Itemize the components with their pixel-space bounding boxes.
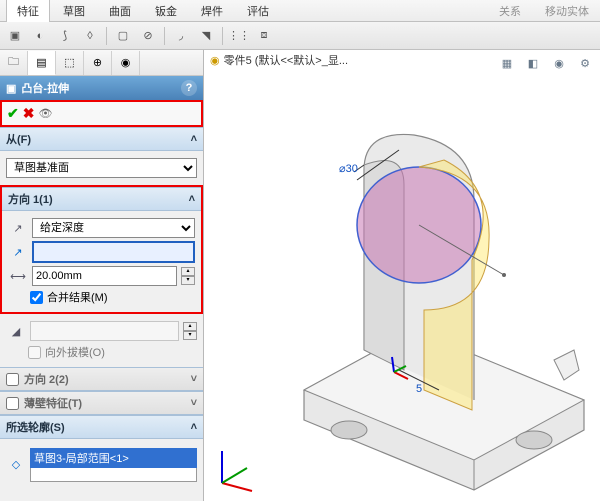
cancel-button[interactable]: ✖	[23, 105, 35, 122]
tab-sheetmetal[interactable]: 钣金	[144, 0, 188, 22]
merge-result-checkbox[interactable]: 合并结果(M)	[30, 289, 195, 305]
draft-label: 向外拔模(O)	[45, 344, 105, 360]
depth-spinner[interactable]: ▴▾	[181, 267, 195, 285]
end-condition-select[interactable]: 给定深度	[32, 218, 195, 238]
tab-features[interactable]: 特征	[6, 0, 50, 22]
chevron-up-icon: ˄	[189, 193, 195, 205]
direction1-header[interactable]: 方向 1(1) ˄	[2, 187, 201, 211]
contours-header[interactable]: 所选轮廓(S) ˄	[0, 415, 203, 439]
panel-tab-config[interactable]: ⬚	[56, 51, 84, 75]
svg-text:5: 5	[416, 383, 422, 395]
from-label: 从(F)	[6, 131, 31, 147]
tb-pattern-icon[interactable]: ⋮⋮	[228, 25, 250, 47]
chevron-down-icon: ˅	[191, 373, 197, 385]
viewport-title: ◉ 零件5 (默认<<默认>_显...	[210, 52, 348, 68]
tab-weldments[interactable]: 焊件	[190, 0, 234, 22]
direction2-label: 方向 2(2)	[24, 371, 69, 387]
draft-icon[interactable]: ◢	[6, 321, 26, 341]
extrude-icon: ▣	[6, 82, 16, 95]
tb-mirror-icon[interactable]: ⧈	[253, 25, 275, 47]
tb-loft-icon[interactable]: ◊	[79, 25, 101, 47]
draft-spinner[interactable]: ▴▾	[183, 322, 197, 340]
chevron-up-icon: ˄	[191, 133, 197, 145]
contour-diamond-icon: ◇	[6, 454, 26, 474]
reverse-direction-icon[interactable]: ↗	[8, 218, 28, 238]
ribbon-right-1: 关系	[488, 0, 532, 22]
view-triad[interactable]	[212, 443, 262, 493]
vp-settings-icon[interactable]: ⚙	[574, 52, 596, 74]
tab-evaluate[interactable]: 评估	[236, 0, 280, 22]
direction1-label: 方向 1(1)	[8, 191, 53, 207]
model-view[interactable]: ⌀30 5	[244, 110, 600, 501]
tb-revolve-icon[interactable]: ◐	[29, 25, 51, 47]
chevron-up-icon: ˄	[191, 421, 197, 433]
contours-label: 所选轮廓(S)	[6, 419, 65, 435]
panel-tabs: 🗀 ▤ ⬚ ⊕ ◉	[0, 50, 203, 76]
confirm-row: ✔ ✖ 👁	[0, 100, 203, 127]
part-icon: ◉	[210, 54, 220, 67]
graphics-viewport[interactable]: ◉ 零件5 (默认<<默认>_显... ▦ ◧ ◉ ⚙ ⌀30	[204, 50, 600, 501]
tb-chamfer-icon[interactable]: ◥	[195, 25, 217, 47]
depth-value: 20.00mm	[36, 270, 82, 282]
panel-tab-dimxpert[interactable]: ⊕	[84, 51, 112, 75]
panel-tab-property[interactable]: ▤	[28, 51, 56, 75]
tab-sketch[interactable]: 草图	[52, 0, 96, 22]
dimension-label[interactable]: ⌀30	[339, 163, 358, 175]
draft-outward-checkbox: 向外拔模(O)	[28, 344, 197, 360]
help-icon[interactable]: ?	[181, 80, 197, 96]
direction-reference-input[interactable]	[32, 241, 195, 263]
property-panel: 🗀 ▤ ⬚ ⊕ ◉ ▣ 凸台-拉伸 ? ✔ ✖ 👁 从(F) ˄ 草图基准面	[0, 50, 204, 501]
from-group-header[interactable]: 从(F) ˄	[0, 127, 203, 151]
tb-hole-icon[interactable]: ⊘	[137, 25, 159, 47]
selected-contour-item[interactable]: 草图3-局部范围<1>	[30, 448, 197, 468]
thin-checkbox[interactable]	[6, 397, 19, 410]
main-toolbar: ▣ ◐ ⟆ ◊ ▢ ⊘ ◞ ◥ ⋮⋮ ⧈	[0, 22, 600, 50]
direction-arrow-icon[interactable]: ↗	[8, 242, 28, 262]
draft-angle-input	[30, 321, 179, 341]
preview-button[interactable]: 👁	[38, 107, 52, 120]
vp-scene-icon[interactable]: ◉	[548, 52, 570, 74]
feature-title-bar: ▣ 凸台-拉伸 ?	[0, 76, 203, 100]
direction2-header[interactable]: 方向 2(2) ˅	[0, 367, 203, 391]
tb-cut-icon[interactable]: ▢	[112, 25, 134, 47]
chevron-down-icon: ˅	[191, 397, 197, 409]
vp-section-icon[interactable]: ◧	[522, 52, 544, 74]
tb-extrude-icon[interactable]: ▣	[4, 25, 26, 47]
panel-tab-tree[interactable]: 🗀	[0, 51, 28, 75]
depth-icon: ⟷	[8, 266, 28, 286]
thin-label: 薄壁特征(T)	[24, 395, 82, 411]
ok-button[interactable]: ✔	[7, 105, 19, 122]
ribbon-tabs: 特征 草图 曲面 钣金 焊件 评估 关系 移动实体	[0, 0, 600, 22]
tb-sweep-icon[interactable]: ⟆	[54, 25, 76, 47]
thin-feature-header[interactable]: 薄壁特征(T) ˅	[0, 391, 203, 415]
part-name: 零件5 (默认<<默认>_显...	[224, 52, 348, 68]
merge-label: 合并结果(M)	[47, 289, 108, 305]
tb-fillet-icon[interactable]: ◞	[170, 25, 192, 47]
ribbon-right-2: 移动实体	[534, 0, 600, 22]
from-select[interactable]: 草图基准面	[6, 158, 197, 178]
depth-input[interactable]: 20.00mm	[32, 266, 177, 286]
direction2-checkbox[interactable]	[6, 373, 19, 386]
tab-surface[interactable]: 曲面	[98, 0, 142, 22]
vp-display-icon[interactable]: ▦	[496, 52, 518, 74]
feature-title: 凸台-拉伸	[21, 80, 69, 96]
panel-tab-appearance[interactable]: ◉	[112, 51, 140, 75]
